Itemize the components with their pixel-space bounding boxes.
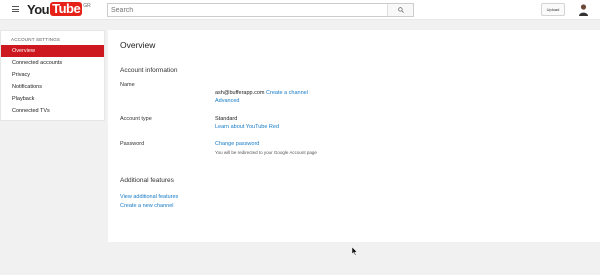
upload-button[interactable]: Upload — [541, 3, 565, 16]
advanced-link[interactable]: Advanced — [215, 98, 239, 104]
sidebar-heading: ACCOUNT SETTINGS — [11, 37, 61, 42]
search-button[interactable] — [387, 4, 413, 16]
search-icon — [398, 7, 404, 13]
account-email: ash@bufferapp.com — [215, 90, 265, 96]
additional-features-heading: Additional features — [120, 177, 174, 184]
password-redirect-note: You will be redirected to your Google Ac… — [215, 150, 317, 155]
name-row: ash@bufferapp.com Create a channel — [215, 90, 308, 96]
password-label: Password — [120, 141, 145, 147]
account-settings-sidebar: ACCOUNT SETTINGS Overview Connected acco… — [0, 30, 105, 121]
create-new-channel-link[interactable]: Create a new channel — [120, 203, 174, 209]
logo-country-code: GR — [83, 3, 91, 9]
search-input[interactable] — [108, 4, 388, 16]
account-info-heading: Account information — [120, 67, 178, 74]
avatar[interactable] — [578, 3, 589, 16]
page-title: Overview — [120, 40, 156, 50]
sidebar-item-notifications[interactable]: Notifications — [1, 81, 104, 93]
sidebar-item-playback[interactable]: Playback — [1, 93, 104, 105]
sidebar-item-connected-accounts[interactable]: Connected accounts — [1, 57, 104, 69]
sidebar-item-overview[interactable]: Overview — [1, 45, 104, 57]
view-additional-features-link[interactable]: View additional features — [120, 194, 178, 200]
account-type-value: Standard — [215, 116, 238, 122]
logo-you-text: You — [27, 2, 50, 17]
menu-icon[interactable] — [12, 6, 19, 12]
mouse-cursor-icon — [352, 247, 358, 256]
change-password-link[interactable]: Change password — [215, 141, 259, 147]
name-label: Name — [120, 82, 135, 88]
top-header: You Tube GR Upload — [0, 0, 600, 20]
sidebar-item-privacy[interactable]: Privacy — [1, 69, 104, 81]
learn-youtube-red-link[interactable]: Learn about YouTube Red — [215, 124, 279, 130]
logo-tube-text: Tube — [50, 1, 83, 16]
create-channel-link[interactable]: Create a channel — [266, 90, 308, 96]
overview-panel: Overview Account information Name ash@bu… — [108, 30, 600, 242]
account-type-label: Account type — [120, 116, 152, 122]
sidebar-item-connected-tvs[interactable]: Connected TVs — [1, 105, 104, 117]
search-box — [107, 3, 414, 17]
youtube-logo[interactable]: You Tube GR — [27, 1, 91, 18]
